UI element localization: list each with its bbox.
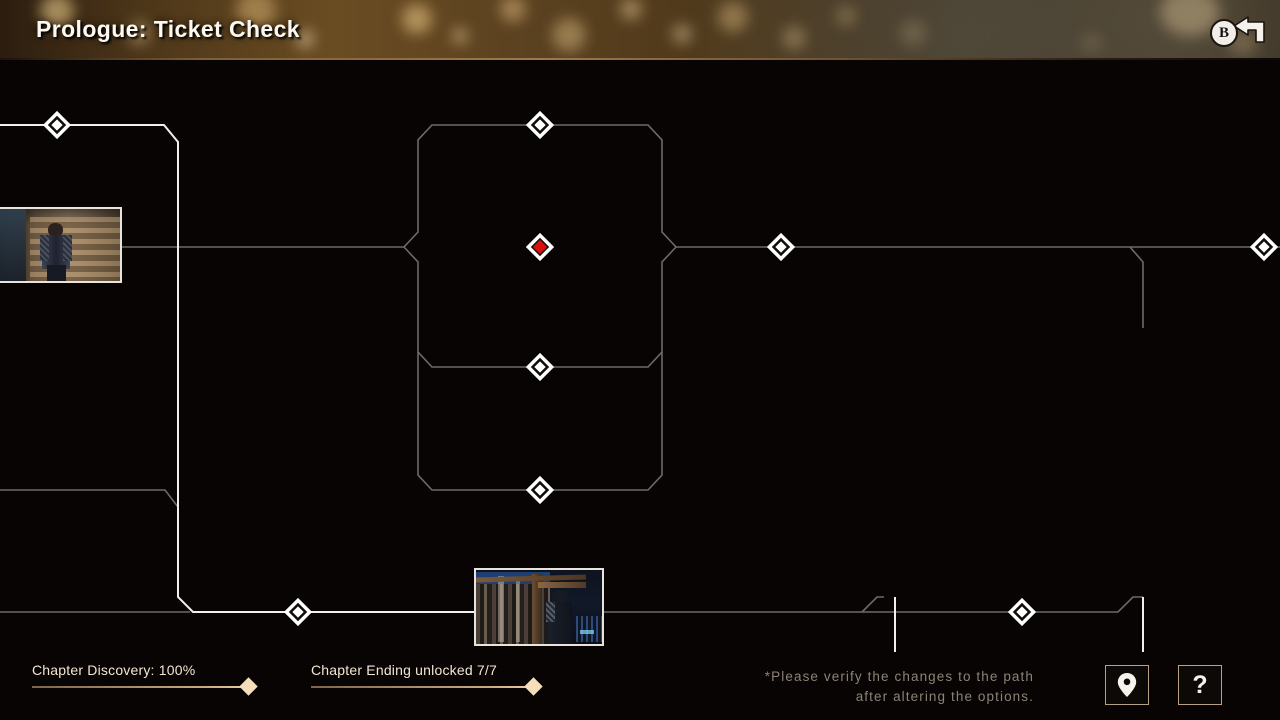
bokeh-light bbox=[620, 0, 642, 20]
flow-node-hotspot-1[interactable] bbox=[43, 111, 71, 139]
question-mark-icon: ? bbox=[1192, 670, 1208, 699]
chapter-discovery-label: Chapter Discovery: 100% bbox=[32, 662, 196, 678]
bokeh-light bbox=[402, 4, 432, 34]
chapter-ending-label: Chapter Ending unlocked 7/7 bbox=[311, 662, 497, 678]
bokeh-light bbox=[836, 6, 856, 26]
chapter-ending-marker bbox=[524, 677, 543, 696]
bokeh-light bbox=[1080, 34, 1102, 52]
back-button[interactable]: B bbox=[1206, 11, 1268, 49]
bokeh-light bbox=[500, 0, 526, 22]
path-segment bbox=[403, 124, 677, 248]
flow-node-hotspot-2[interactable] bbox=[526, 111, 554, 139]
page-title: Prologue: Ticket Check bbox=[36, 16, 301, 42]
bokeh-light bbox=[782, 26, 806, 50]
b-button-glyph: B bbox=[1210, 19, 1238, 47]
bokeh-light bbox=[900, 20, 926, 46]
thumbnail-art bbox=[0, 209, 120, 281]
bokeh-light bbox=[718, 2, 748, 32]
flowchart-canvas[interactable] bbox=[0, 60, 1280, 652]
header-bar: Prologue: Ticket Check B bbox=[0, 0, 1280, 60]
flow-node-hotspot-8[interactable] bbox=[284, 598, 312, 626]
scene-thumbnail-railing[interactable] bbox=[474, 568, 604, 646]
path-segment bbox=[0, 489, 179, 508]
path-segment bbox=[1129, 246, 1144, 328]
help-button[interactable]: ? bbox=[1178, 665, 1222, 705]
flow-node-hotspot-6[interactable] bbox=[526, 353, 554, 381]
path-hint-line-2: after altering the options. bbox=[855, 689, 1034, 704]
inactive-path-group bbox=[0, 124, 1280, 613]
path-hint-line-1: *Please verify the changes to the path bbox=[764, 669, 1034, 684]
map-button[interactable] bbox=[1105, 665, 1149, 705]
flowchart-paths bbox=[0, 124, 1280, 652]
chapter-discovery-marker bbox=[239, 677, 258, 696]
active-path-segment bbox=[0, 124, 290, 613]
thumbnail-art bbox=[476, 570, 602, 644]
path-segment bbox=[1034, 596, 1143, 613]
path-segment bbox=[403, 246, 677, 368]
chapter-discovery-track bbox=[32, 686, 248, 688]
footer-bar: Chapter Discovery: 100% Chapter Ending u… bbox=[0, 652, 1280, 720]
bokeh-light bbox=[452, 28, 468, 44]
flow-node-hotspot-5[interactable] bbox=[1250, 233, 1278, 261]
flow-node-hotspot-3[interactable] bbox=[526, 233, 554, 261]
flow-node-hotspot-7[interactable] bbox=[526, 476, 554, 504]
flow-node-hotspot-9[interactable] bbox=[1008, 598, 1036, 626]
flowchart-screen: Prologue: Ticket Check B Chapter Discove… bbox=[0, 0, 1280, 720]
scene-thumbnail-stairs[interactable] bbox=[0, 207, 122, 283]
map-pin-icon bbox=[1117, 673, 1137, 697]
bokeh-light bbox=[552, 18, 586, 52]
path-segment bbox=[861, 596, 884, 613]
chapter-ending-meter: Chapter Ending unlocked 7/7 bbox=[311, 662, 543, 696]
flow-node-hotspot-4[interactable] bbox=[767, 233, 795, 261]
chapter-discovery-meter: Chapter Discovery: 100% bbox=[32, 662, 258, 696]
path-hint-text: *Please verify the changes to the path a… bbox=[704, 667, 1034, 707]
chapter-ending-track bbox=[311, 686, 533, 688]
bokeh-light bbox=[672, 24, 692, 44]
